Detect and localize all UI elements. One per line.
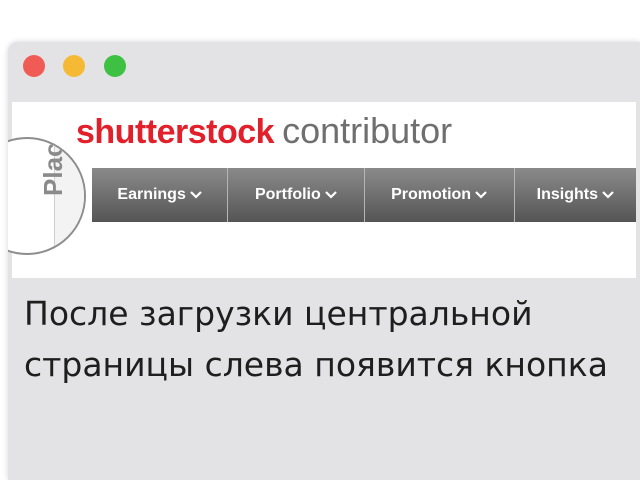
nav-earnings[interactable]: Earnings [92,168,229,222]
browser-window: shutterstock contributor Earnings Portfo… [8,42,640,480]
nav-insights[interactable]: Insights [515,168,636,222]
web-page: shutterstock contributor Earnings Portfo… [12,102,636,278]
nav-portfolio[interactable]: Portfolio [228,168,365,222]
nav-promotion[interactable]: Promotion [365,168,515,222]
minimize-window-button[interactable] [63,55,85,77]
chevron-down-icon [475,191,487,199]
chevron-down-icon [324,191,337,199]
logo-brand: shutterstock [76,113,275,151]
chevron-down-icon [190,191,202,199]
logo-subtitle: contributor [282,110,453,151]
shutterstock-logo[interactable]: shutterstock contributor [76,110,452,154]
maximize-window-button[interactable] [104,55,126,77]
places-button[interactable]: Places [8,137,86,255]
chevron-down-icon [602,191,614,199]
nav-portfolio-label: Portfolio [254,186,321,203]
nav-earnings-label: Earnings [117,186,186,203]
close-window-button[interactable] [23,55,45,77]
caption-text: После загрузки центральной страницы слев… [24,294,608,384]
places-label: Places [38,137,68,196]
nav-insights-label: Insights [536,186,598,203]
main-navigation: Earnings Portfolio Promotion Insights [92,168,636,222]
nav-promotion-label: Promotion [391,186,472,203]
